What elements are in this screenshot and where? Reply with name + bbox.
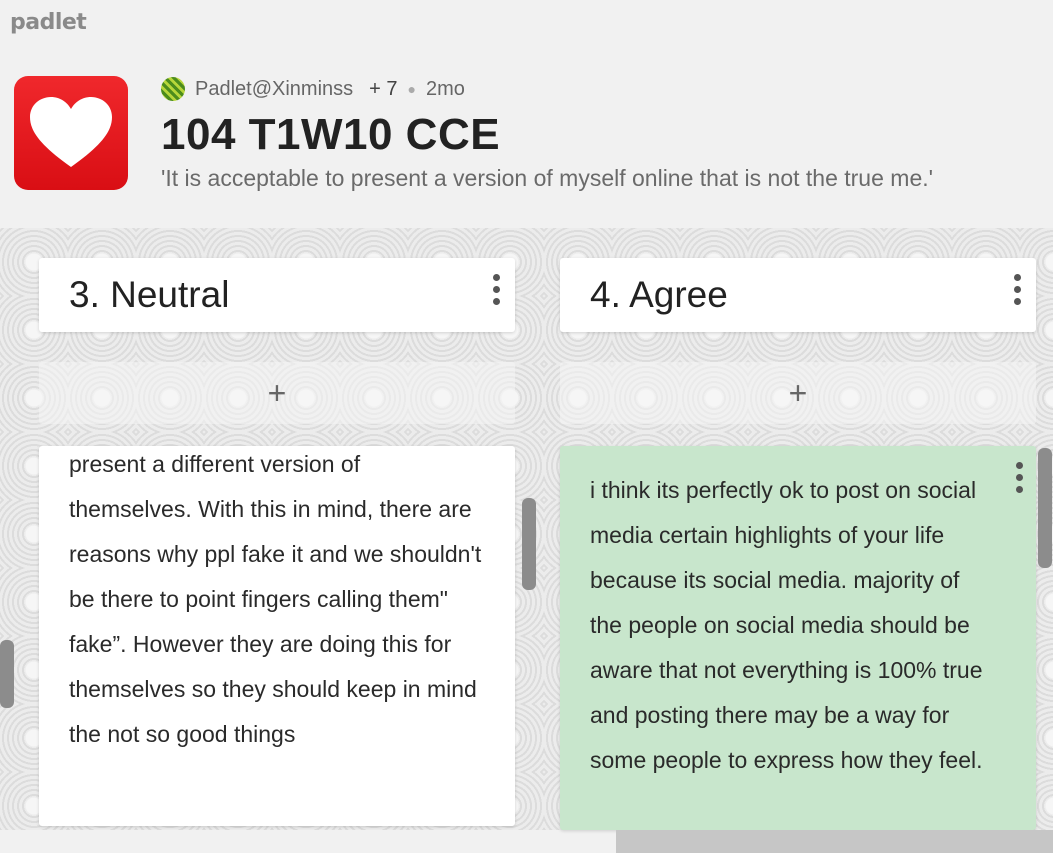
column-title: 4. Agree: [590, 274, 728, 315]
post-card[interactable]: present a different version of themselve…: [39, 446, 515, 826]
padlet-logo[interactable]: padlet: [10, 10, 87, 35]
contributor-count[interactable]: + 7: [369, 78, 397, 101]
horizontal-scrollbar[interactable]: [616, 830, 1053, 853]
column-menu-icon[interactable]: [493, 274, 501, 305]
scrollbar-thumb[interactable]: [1038, 448, 1052, 568]
post-text: present a different version of themselve…: [69, 451, 482, 747]
add-post-button[interactable]: +: [39, 362, 515, 424]
separator-dot: ●: [407, 81, 416, 97]
page-title: 104 T1W10 CCE: [161, 110, 501, 159]
author-avatar[interactable]: [161, 77, 185, 101]
post-card[interactable]: i think its perfectly ok to post on soci…: [560, 446, 1036, 830]
heart-icon: [30, 97, 112, 167]
author-name[interactable]: Padlet@Xinminss: [195, 78, 353, 101]
column-header-agree: 4. Agree: [560, 258, 1036, 332]
column-title: 3. Neutral: [69, 274, 230, 315]
scrollbar-thumb[interactable]: [0, 640, 14, 708]
column-menu-icon[interactable]: [1014, 274, 1022, 305]
column-header-neutral: 3. Neutral: [39, 258, 515, 332]
post-text: i think its perfectly ok to post on soci…: [590, 477, 983, 773]
page-description: 'It is acceptable to present a version o…: [161, 165, 934, 191]
author-row: Padlet@Xinminss + 7 ● 2mo: [161, 76, 465, 102]
post-menu-icon[interactable]: [1016, 462, 1024, 493]
time-ago: 2mo: [425, 77, 465, 100]
padlet-icon: [14, 76, 128, 190]
add-post-button[interactable]: +: [560, 362, 1036, 424]
scrollbar-thumb[interactable]: [522, 498, 536, 590]
